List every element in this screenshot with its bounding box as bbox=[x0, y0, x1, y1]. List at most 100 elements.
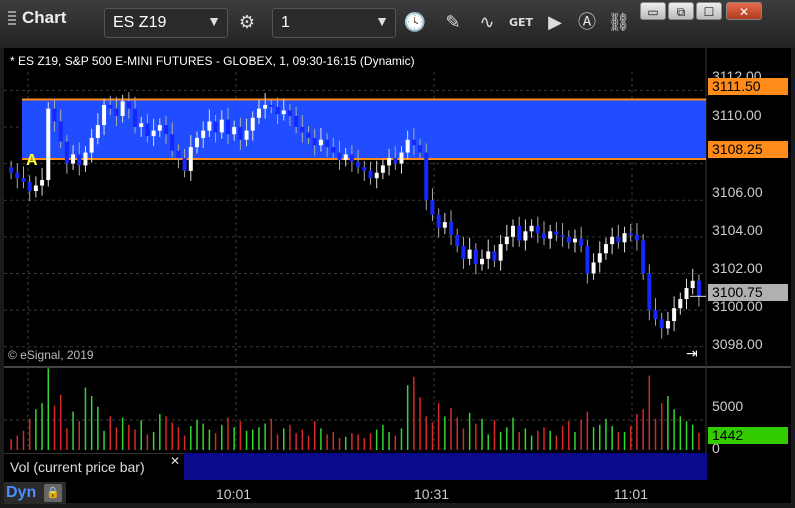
candle-body bbox=[46, 108, 51, 181]
candle-body bbox=[572, 238, 577, 243]
candle-body bbox=[145, 123, 150, 137]
candle-body bbox=[591, 262, 596, 274]
lock-icon[interactable]: 🔒 bbox=[44, 484, 62, 502]
candle-body bbox=[579, 238, 584, 246]
volume-label: 5000 bbox=[712, 398, 744, 414]
candle-body bbox=[449, 222, 454, 235]
candle-body bbox=[164, 125, 169, 135]
candle-body bbox=[256, 108, 261, 118]
candle-body bbox=[269, 104, 274, 107]
candle-body bbox=[294, 115, 299, 127]
candle-body bbox=[281, 110, 286, 115]
candle-body bbox=[696, 280, 701, 297]
candle-body bbox=[318, 139, 323, 146]
candle-body bbox=[486, 251, 491, 259]
candle-body bbox=[33, 185, 38, 192]
candle-body bbox=[603, 244, 608, 254]
candle-body bbox=[114, 108, 119, 116]
candle-body bbox=[71, 154, 76, 164]
candle-body bbox=[287, 110, 292, 116]
candle-body bbox=[362, 167, 367, 171]
candle-body bbox=[232, 126, 237, 135]
candle-body bbox=[27, 181, 32, 192]
candle-body bbox=[337, 152, 342, 160]
time-label: 10:01 bbox=[216, 486, 252, 502]
candle-body bbox=[684, 288, 689, 300]
candle-body bbox=[430, 200, 435, 215]
candle-body bbox=[473, 249, 478, 265]
last-price-tag: 3100.75 bbox=[708, 284, 788, 301]
copyright: © eSignal, 2019 bbox=[8, 348, 94, 362]
study-panel bbox=[184, 453, 707, 480]
chart-header: * ES Z19, S&P 500 E-MINI FUTURES - GLOBE… bbox=[10, 54, 415, 68]
candle-body bbox=[647, 273, 652, 311]
candle-body bbox=[139, 123, 144, 127]
candle-body bbox=[554, 231, 559, 235]
candle-body bbox=[306, 132, 311, 138]
price-chart[interactable] bbox=[0, 0, 795, 508]
candle-body bbox=[40, 180, 45, 186]
candle-body bbox=[585, 245, 590, 274]
candle-body bbox=[690, 280, 695, 289]
candle-body bbox=[21, 178, 26, 182]
candle-body bbox=[9, 167, 14, 173]
candle-body bbox=[610, 236, 615, 245]
candle-body bbox=[492, 251, 497, 261]
candle-body bbox=[207, 121, 212, 131]
candle-body bbox=[263, 104, 268, 109]
candle-body bbox=[95, 125, 100, 138]
candle-body bbox=[659, 319, 664, 329]
candle-body bbox=[380, 165, 385, 173]
candle-body bbox=[194, 137, 199, 148]
candle-body bbox=[349, 154, 354, 162]
candle-body bbox=[368, 170, 373, 179]
candle-body bbox=[120, 101, 125, 116]
candle-body bbox=[102, 104, 107, 126]
candle-body bbox=[300, 126, 305, 133]
candle-body bbox=[548, 231, 553, 239]
candle-body bbox=[15, 172, 20, 179]
candle-body bbox=[678, 299, 683, 309]
candle-body bbox=[374, 172, 379, 179]
candle-body bbox=[238, 126, 243, 140]
marker-a[interactable]: A bbox=[26, 152, 38, 170]
candle-body bbox=[64, 141, 69, 164]
candle-body bbox=[356, 161, 361, 168]
candle-body bbox=[436, 214, 441, 228]
candle-body bbox=[529, 225, 534, 232]
candle-body bbox=[83, 152, 88, 166]
candle-body bbox=[442, 222, 447, 228]
candle-body bbox=[405, 139, 410, 153]
candle-body bbox=[672, 308, 677, 322]
candle-body bbox=[275, 106, 280, 115]
close-icon[interactable]: ✕ bbox=[170, 454, 180, 468]
candle-body bbox=[411, 139, 416, 146]
candle-body bbox=[325, 139, 330, 148]
candle-body bbox=[331, 147, 336, 153]
candle-body bbox=[343, 154, 348, 160]
candle-body bbox=[176, 150, 181, 159]
candle-body bbox=[424, 152, 429, 201]
candle-body bbox=[52, 108, 57, 122]
time-label: 10:31 bbox=[414, 486, 450, 502]
candle-body bbox=[467, 249, 472, 259]
study-label[interactable]: Vol (current price bar) bbox=[4, 453, 184, 480]
candle-body bbox=[560, 234, 565, 237]
candle-body bbox=[77, 154, 82, 166]
candle-body bbox=[504, 236, 509, 245]
candle-body bbox=[393, 158, 398, 164]
price-label: 3104.00 bbox=[712, 222, 763, 238]
candle-body bbox=[213, 121, 218, 133]
candle-body bbox=[418, 145, 423, 153]
candle-body bbox=[455, 234, 460, 246]
candle-body bbox=[58, 121, 63, 142]
price-label: 3098.00 bbox=[712, 336, 763, 352]
candle-body bbox=[89, 137, 94, 153]
candle-body bbox=[541, 233, 546, 239]
candle-body bbox=[523, 231, 528, 241]
scroll-to-end-icon[interactable]: ⇥ bbox=[686, 346, 698, 362]
candle-body bbox=[170, 134, 175, 151]
candle-body bbox=[225, 119, 230, 135]
dyn-label[interactable]: Dyn bbox=[6, 484, 36, 502]
candle-body bbox=[244, 130, 249, 140]
